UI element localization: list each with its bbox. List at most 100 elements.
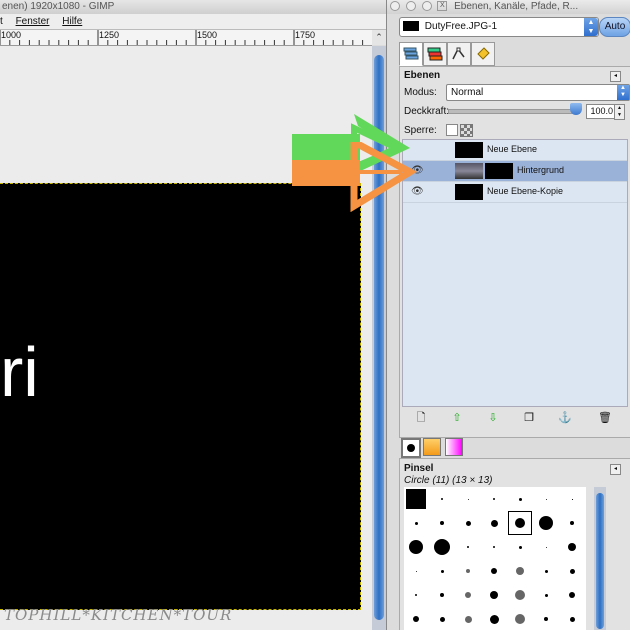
brush-cell[interactable] [560, 511, 584, 535]
tab-undo-history-icon[interactable] [471, 42, 495, 66]
layer-row[interactable]: 👁 Neue Ebene-Kopie [403, 182, 627, 203]
tab-layers-icon[interactable] [399, 42, 423, 66]
brush-cell[interactable] [456, 607, 480, 630]
brush-cell[interactable] [430, 511, 454, 535]
dock-tabs [399, 40, 629, 66]
tab-paths-icon[interactable] [447, 42, 471, 66]
brush-cell[interactable] [456, 511, 480, 535]
brush-cell[interactable] [482, 559, 506, 583]
brush-cell[interactable] [482, 535, 506, 559]
brush-dot [516, 567, 524, 575]
lock-alpha-checkerboard-icon[interactable] [460, 124, 473, 137]
zoom-window-icon[interactable] [421, 1, 432, 12]
ruler-label-1750: 1750 [295, 30, 316, 40]
brush-cell[interactable] [508, 583, 532, 607]
brush-cell[interactable] [430, 535, 454, 559]
brush-cell[interactable] [430, 559, 454, 583]
brush-dot [539, 516, 553, 530]
layer-row[interactable]: 👁 Hintergrund [403, 161, 627, 182]
lock-pixels-checkbox[interactable] [446, 124, 458, 136]
brush-dot-icon [407, 444, 415, 452]
brush-cell[interactable] [404, 487, 428, 511]
mode-select[interactable]: Normal ▲ ▼ [446, 84, 630, 101]
raise-layer-icon[interactable]: ⇧ [450, 411, 464, 425]
brush-cell[interactable] [456, 535, 480, 559]
brush-cell[interactable] [560, 607, 584, 630]
brush-dot [571, 498, 573, 500]
brush-cell[interactable] [482, 511, 506, 535]
image-selector[interactable]: DutyFree.JPG-1 ▲ ▼ [399, 17, 599, 37]
brush-dot [465, 592, 471, 598]
anchor-layer-icon[interactable]: ⚓ [558, 411, 572, 425]
opacity-slider[interactable] [448, 109, 580, 114]
opacity-slider-handle[interactable] [570, 103, 582, 115]
selector-arrows-icon: ▲ ▼ [584, 18, 598, 36]
brush-cell[interactable] [508, 511, 532, 535]
new-layer-icon[interactable]: 🗋 [414, 411, 428, 425]
brush-cell[interactable] [430, 487, 454, 511]
brush-cell[interactable] [404, 511, 428, 535]
menu-item-fenster[interactable]: Fenster [16, 16, 50, 27]
tab-gradients-icon[interactable] [445, 438, 463, 456]
brush-cell[interactable] [534, 511, 558, 535]
brush-cell[interactable] [560, 487, 584, 511]
menu-item-hilfe[interactable]: Hilfe [62, 16, 82, 27]
brush-dot [409, 540, 423, 554]
tab-brushes-icon[interactable] [401, 438, 421, 458]
brush-cell[interactable] [482, 583, 506, 607]
brush-cell[interactable] [456, 559, 480, 583]
auto-button[interactable]: Auto [599, 17, 630, 37]
close-window-icon[interactable] [390, 1, 400, 12]
brush-cell[interactable] [456, 583, 480, 607]
x11-icon: X [437, 1, 448, 12]
image-canvas[interactable]: ri [0, 183, 361, 610]
layer-thumbnail [455, 184, 483, 200]
layer-row[interactable]: Neue Ebene [403, 140, 627, 161]
image-selector-label: DutyFree.JPG-1 [424, 21, 498, 32]
brush-name: Circle (11) (13 × 13) [404, 475, 493, 486]
brush-cell[interactable] [404, 607, 428, 630]
brush-cell[interactable] [508, 487, 532, 511]
brush-dot [440, 569, 444, 573]
navigate-button[interactable]: ⌃ [372, 30, 386, 45]
brush-cell[interactable] [508, 559, 532, 583]
brush-grid [404, 487, 586, 630]
brush-dot [406, 489, 426, 509]
brush-scrollbar-thumb[interactable] [596, 493, 604, 629]
opacity-value-field[interactable]: 100.0 [586, 104, 616, 119]
brush-dot [490, 591, 498, 599]
brush-cell[interactable] [508, 535, 532, 559]
brush-cell[interactable] [404, 583, 428, 607]
brush-cell[interactable] [482, 607, 506, 630]
brush-cell[interactable] [534, 583, 558, 607]
duplicate-layer-icon[interactable]: ❐ [522, 411, 536, 425]
brush-cell[interactable] [560, 583, 584, 607]
brush-cell[interactable] [482, 487, 506, 511]
brushes-panel: Pinsel ◂ Circle (11) (13 × 13) [399, 458, 630, 630]
brush-cell[interactable] [560, 535, 584, 559]
brush-cell[interactable] [508, 607, 532, 630]
brush-cell[interactable] [456, 487, 480, 511]
minimize-window-icon[interactable] [405, 1, 416, 12]
layer-buttons-bar: 🗋 ⇧ ⇩ ❐ ⚓ 🗑 [402, 409, 626, 431]
menu-item-partial[interactable]: t [0, 16, 3, 27]
delete-layer-icon[interactable]: 🗑 [598, 411, 612, 425]
brush-cell[interactable] [404, 535, 428, 559]
brush-dot [544, 617, 548, 621]
brush-cell[interactable] [560, 559, 584, 583]
panel-menu-icon[interactable]: ◂ [610, 71, 621, 82]
layers-panel: Ebenen ◂ Modus: Normal ▲ ▼ Deckkraft: 100… [399, 66, 630, 438]
brush-cell[interactable] [534, 559, 558, 583]
brush-cell[interactable] [534, 535, 558, 559]
brush-cell[interactable] [430, 583, 454, 607]
brush-cell[interactable] [534, 487, 558, 511]
brush-cell[interactable] [404, 559, 428, 583]
tab-channels-icon[interactable] [423, 42, 447, 66]
brushes-menu-icon[interactable]: ◂ [610, 464, 621, 475]
brush-cell[interactable] [430, 607, 454, 630]
tab-patterns-icon[interactable] [423, 438, 441, 456]
brush-dot [568, 543, 576, 551]
opacity-stepper[interactable]: ▲ ▼ [614, 104, 625, 120]
lower-layer-icon[interactable]: ⇩ [486, 411, 500, 425]
brush-cell[interactable] [534, 607, 558, 630]
